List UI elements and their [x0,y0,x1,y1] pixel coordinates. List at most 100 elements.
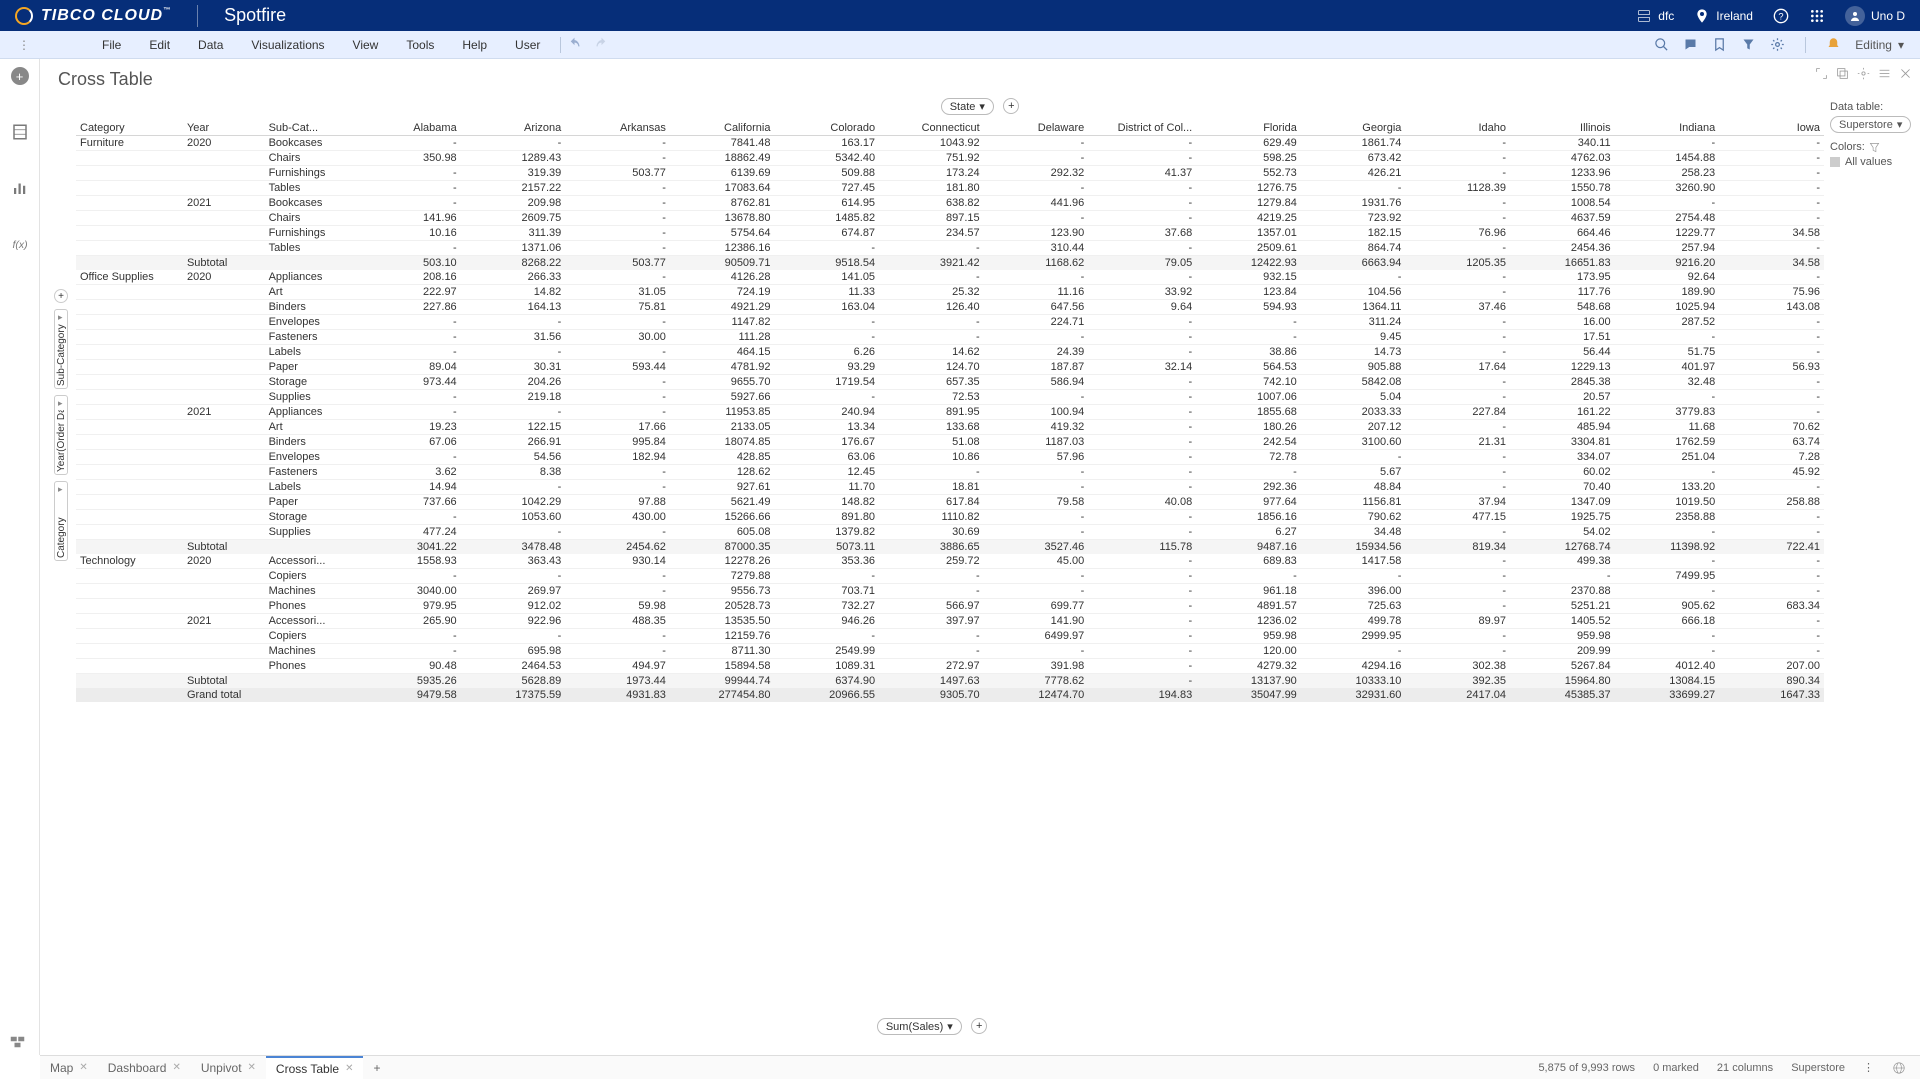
close-tab-icon[interactable]: ✕ [248,1062,256,1073]
col-header-sub[interactable]: Sub-Cat... [265,121,357,136]
col-header-state[interactable]: Arkansas [565,121,670,136]
add-icon[interactable]: + [11,67,29,85]
table-row[interactable]: Furniture2020Bookcases---7841.48163.1710… [76,136,1824,151]
table-row[interactable]: Paper89.0430.31593.444781.9293.29124.701… [76,360,1824,375]
col-header-state[interactable]: Illinois [1510,121,1615,136]
collab-icon[interactable] [10,1035,28,1049]
table-row[interactable]: Fasteners-31.5630.00111.28-----9.45-17.5… [76,330,1824,345]
notification-icon[interactable] [1826,37,1841,52]
menu-file[interactable]: File [88,38,135,52]
col-header-state[interactable]: Colorado [774,121,879,136]
help-icon[interactable]: ? [1773,8,1789,24]
col-header-state[interactable]: Connecticut [879,121,984,136]
menu-help[interactable]: Help [448,38,501,52]
col-header-state[interactable]: Alabama [356,121,461,136]
table-row[interactable]: Subtotal503.108268.22503.7790509.719518.… [76,256,1824,271]
col-header-state[interactable]: District of Col... [1088,121,1196,136]
menu-user[interactable]: User [501,38,554,52]
col-header-cat[interactable]: Category [76,121,183,136]
table-row[interactable]: 2021Bookcases-209.98-8762.81614.95638.82… [76,196,1824,211]
table-row[interactable]: Supplies-219.18-5927.66-72.53--1007.065.… [76,390,1824,405]
row-axis-year[interactable]: ▸Year(Order Date) [54,395,68,475]
page-tab-unpivot[interactable]: Unpivot✕ [191,1056,266,1079]
table-row[interactable]: Art19.23122.1517.662133.0513.34133.68419… [76,420,1824,435]
add-page-tab[interactable]: + [363,1056,390,1079]
col-header-state[interactable]: Delaware [984,121,1089,136]
apps-grid-icon[interactable] [1809,8,1825,24]
menu-visualizations[interactable]: Visualizations [237,38,338,52]
location-indicator[interactable]: Ireland [1694,8,1753,24]
table-row[interactable]: Storage973.44204.26-9655.701719.54657.35… [76,375,1824,390]
globe-icon[interactable] [1892,1061,1906,1075]
table-row[interactable]: Phones979.95912.0259.9820528.73732.27566… [76,599,1824,614]
toolbar-drag-icon[interactable]: ⋮ [8,38,40,52]
col-header-state[interactable]: Florida [1196,121,1301,136]
duplicate-icon[interactable] [1836,67,1849,80]
table-row[interactable]: Envelopes-54.56182.94428.8563.0610.8657.… [76,450,1824,465]
col-header-year[interactable]: Year [183,121,265,136]
mode-selector[interactable]: Editing ▾ [1855,38,1904,52]
page-tab-map[interactable]: Map✕ [40,1056,98,1079]
undo-icon[interactable] [567,37,582,52]
col-header-state[interactable]: California [670,121,775,136]
bookmark-icon[interactable] [1712,37,1727,52]
measure-pill[interactable]: Sum(Sales) ▾ [877,1018,962,1035]
table-row[interactable]: 2021Appliances---11953.85240.94891.95100… [76,405,1824,420]
menu-data[interactable]: Data [184,38,237,52]
table-row[interactable]: Labels---464.156.2614.6224.39-38.8614.73… [76,345,1824,360]
table-row[interactable]: Tables-1371.06-12386.16--310.44-2509.618… [76,241,1824,256]
table-row[interactable]: Office Supplies2020Appliances208.16266.3… [76,270,1824,285]
table-row[interactable]: Chairs350.981289.43-18862.495342.40751.9… [76,151,1824,166]
close-tab-icon[interactable]: ✕ [345,1063,353,1074]
table-row[interactable]: Binders227.86164.1375.814921.29163.04126… [76,300,1824,315]
col-header-state[interactable]: Arizona [461,121,566,136]
expand-icon[interactable] [1815,67,1828,80]
table-row[interactable]: Phones90.482464.53494.9715894.581089.312… [76,659,1824,674]
col-header-state[interactable]: Indiana [1615,121,1720,136]
menu-tools[interactable]: Tools [392,38,448,52]
table-row[interactable]: Copiers---12159.76--6499.97-959.982999.9… [76,629,1824,644]
close-tab-icon[interactable]: ✕ [79,1062,87,1073]
menu-edit[interactable]: Edit [135,38,184,52]
table-row[interactable]: Supplies477.24--605.081379.8230.69--6.27… [76,525,1824,540]
table-row[interactable]: Subtotal5935.265628.891973.4499944.74637… [76,674,1824,689]
col-header-state[interactable]: Iowa [1719,121,1824,136]
col-header-state[interactable]: Georgia [1301,121,1406,136]
table-row[interactable]: Copiers---7279.88--------7499.95- [76,569,1824,584]
table-row[interactable]: Machines-695.98-8711.302549.99---120.00-… [76,644,1824,659]
chart-icon[interactable] [11,179,29,197]
more-icon[interactable]: ⋮ [1863,1061,1874,1074]
col-header-state[interactable]: Idaho [1405,121,1510,136]
colors-filter-icon[interactable] [1869,142,1880,153]
table-row[interactable]: Machines3040.00269.97-9556.73703.71---96… [76,584,1824,599]
add-measure[interactable]: + [971,1018,987,1034]
comment-icon[interactable] [1683,37,1698,52]
page-tab-dashboard[interactable]: Dashboard✕ [98,1056,191,1079]
table-row[interactable]: Envelopes---1147.82--224.71--311.24-16.0… [76,315,1824,330]
row-axis-category[interactable]: ▸Category [54,481,68,561]
column-axis-pill[interactable]: State ▾ [941,98,994,115]
table-row[interactable]: Grand total9479.5817375.594931.83277454.… [76,688,1824,702]
menu-view[interactable]: View [339,38,393,52]
search-icon[interactable] [1654,37,1669,52]
close-icon[interactable] [1899,67,1912,80]
redo-icon[interactable] [594,37,609,52]
table-row[interactable]: Furnishings-319.39503.776139.69509.88173… [76,166,1824,181]
list-icon[interactable] [1878,67,1891,80]
gear-icon[interactable] [1770,37,1785,52]
viz-gear-icon[interactable] [1857,67,1870,80]
page-tab-cross-table[interactable]: Cross Table✕ [266,1056,364,1079]
data-panel-icon[interactable] [11,123,29,141]
table-row[interactable]: 2021Accessori...265.90922.96488.3513535.… [76,614,1824,629]
add-column-axis[interactable]: + [1003,98,1019,114]
user-menu[interactable]: Uno D [1845,6,1905,26]
table-row[interactable]: Chairs141.962609.75-13678.801485.82897.1… [76,211,1824,226]
table-row[interactable]: Furnishings10.16311.39-5754.64674.87234.… [76,226,1824,241]
table-row[interactable]: Fasteners3.628.38-128.6212.45----5.67-60… [76,465,1824,480]
table-row[interactable]: Paper737.661042.2997.885621.49148.82617.… [76,495,1824,510]
add-row-axis[interactable]: + [54,289,68,303]
close-tab-icon[interactable]: ✕ [172,1062,180,1073]
table-row[interactable]: Binders67.06266.91995.8418074.85176.6751… [76,435,1824,450]
table-row[interactable]: Tables-2157.22-17083.64727.45181.80--127… [76,181,1824,196]
server-indicator[interactable]: dfc [1636,8,1674,24]
